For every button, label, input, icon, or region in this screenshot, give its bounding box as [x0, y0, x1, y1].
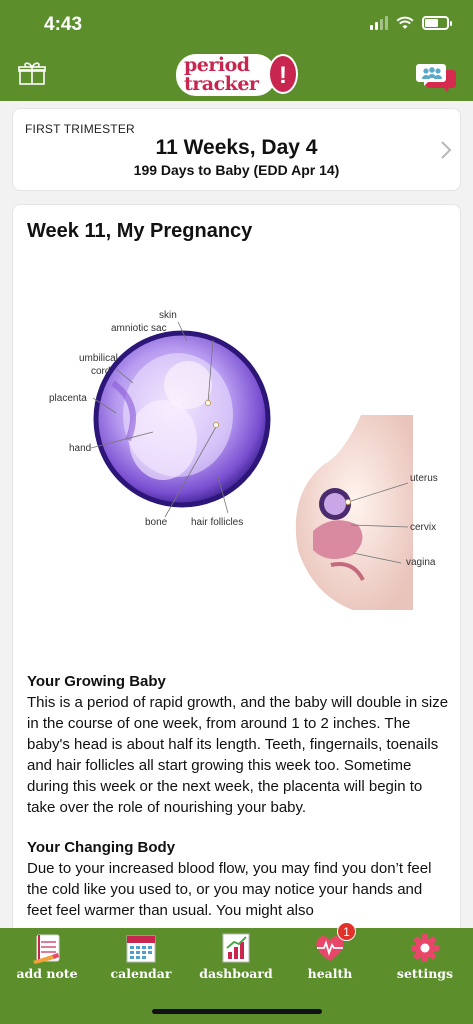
section-heading-growing-baby: Your Growing Baby — [27, 673, 166, 690]
label-skin: skin — [159, 310, 177, 321]
notebook-icon — [33, 934, 60, 964]
week-title: Week 11, My Pregnancy — [27, 220, 253, 242]
chevron-right-icon — [441, 141, 452, 159]
gift-icon[interactable] — [18, 60, 46, 86]
period-tracker-logo: period tracker ! — [174, 52, 300, 98]
tab-settings[interactable]: settings — [378, 928, 472, 996]
tab-label: add note — [16, 966, 78, 981]
wifi-icon — [396, 16, 414, 29]
community-chat-icon[interactable] — [415, 62, 457, 92]
label-cord: cord — [91, 366, 110, 377]
tab-add-note[interactable]: add note — [0, 928, 94, 996]
label-umbilical: umbilical — [79, 353, 118, 364]
battery-icon — [422, 16, 452, 30]
chart-icon — [222, 933, 250, 963]
week-article: Your Growing Baby This is a period of ra… — [27, 671, 451, 940]
app-header: 4:43 period tracker ! — [0, 0, 473, 101]
label-vagina: vagina — [406, 557, 436, 568]
cellular-signal-icon — [370, 16, 388, 30]
section-body-growing-baby: This is a period of rapid growth, and th… — [27, 694, 449, 816]
trimester-card[interactable]: FIRST TRIMESTER 11 Weeks, Day 4 199 Days… — [12, 108, 461, 191]
status-time: 4:43 — [44, 14, 83, 35]
label-amniotic-sac: amniotic sac — [111, 323, 167, 334]
tab-label: health — [307, 966, 353, 981]
logo-word-tracker: tracker — [184, 73, 259, 95]
trimester-label: FIRST TRIMESTER — [25, 122, 135, 136]
tab-health[interactable]: 1 health — [283, 922, 377, 996]
days-to-baby: 199 Days to Baby (EDD Apr 14) — [133, 162, 340, 178]
label-uterus: uterus — [410, 473, 438, 484]
health-badge: 1 — [337, 922, 356, 941]
label-hair-follicles: hair follicles — [191, 517, 243, 528]
tab-label: calendar — [110, 966, 172, 981]
calendar-icon — [126, 935, 156, 963]
gear-icon — [411, 934, 439, 962]
week-info-card: Week 11, My Pregnancy skin amniotic sac — [12, 204, 461, 964]
section-body-changing-body: Due to your increased blood flow, you ma… — [27, 860, 432, 919]
tab-calendar[interactable]: calendar — [94, 928, 188, 996]
tab-dashboard[interactable]: dashboard — [189, 928, 283, 996]
label-cervix: cervix — [410, 522, 436, 533]
tab-label: dashboard — [199, 966, 273, 981]
pregnancy-week-day: 11 Weeks, Day 4 — [155, 136, 318, 159]
logo-mark: ! — [268, 54, 298, 94]
home-indicator — [152, 1009, 322, 1014]
fetus-illustration: skin amniotic sac umbilical cord placent… — [49, 310, 438, 610]
label-placenta: placenta — [49, 393, 87, 404]
section-heading-changing-body: Your Changing Body — [27, 839, 176, 856]
tab-label: settings — [396, 966, 454, 981]
label-hand: hand — [69, 443, 91, 454]
label-bone: bone — [145, 517, 168, 528]
status-icons — [370, 16, 452, 30]
